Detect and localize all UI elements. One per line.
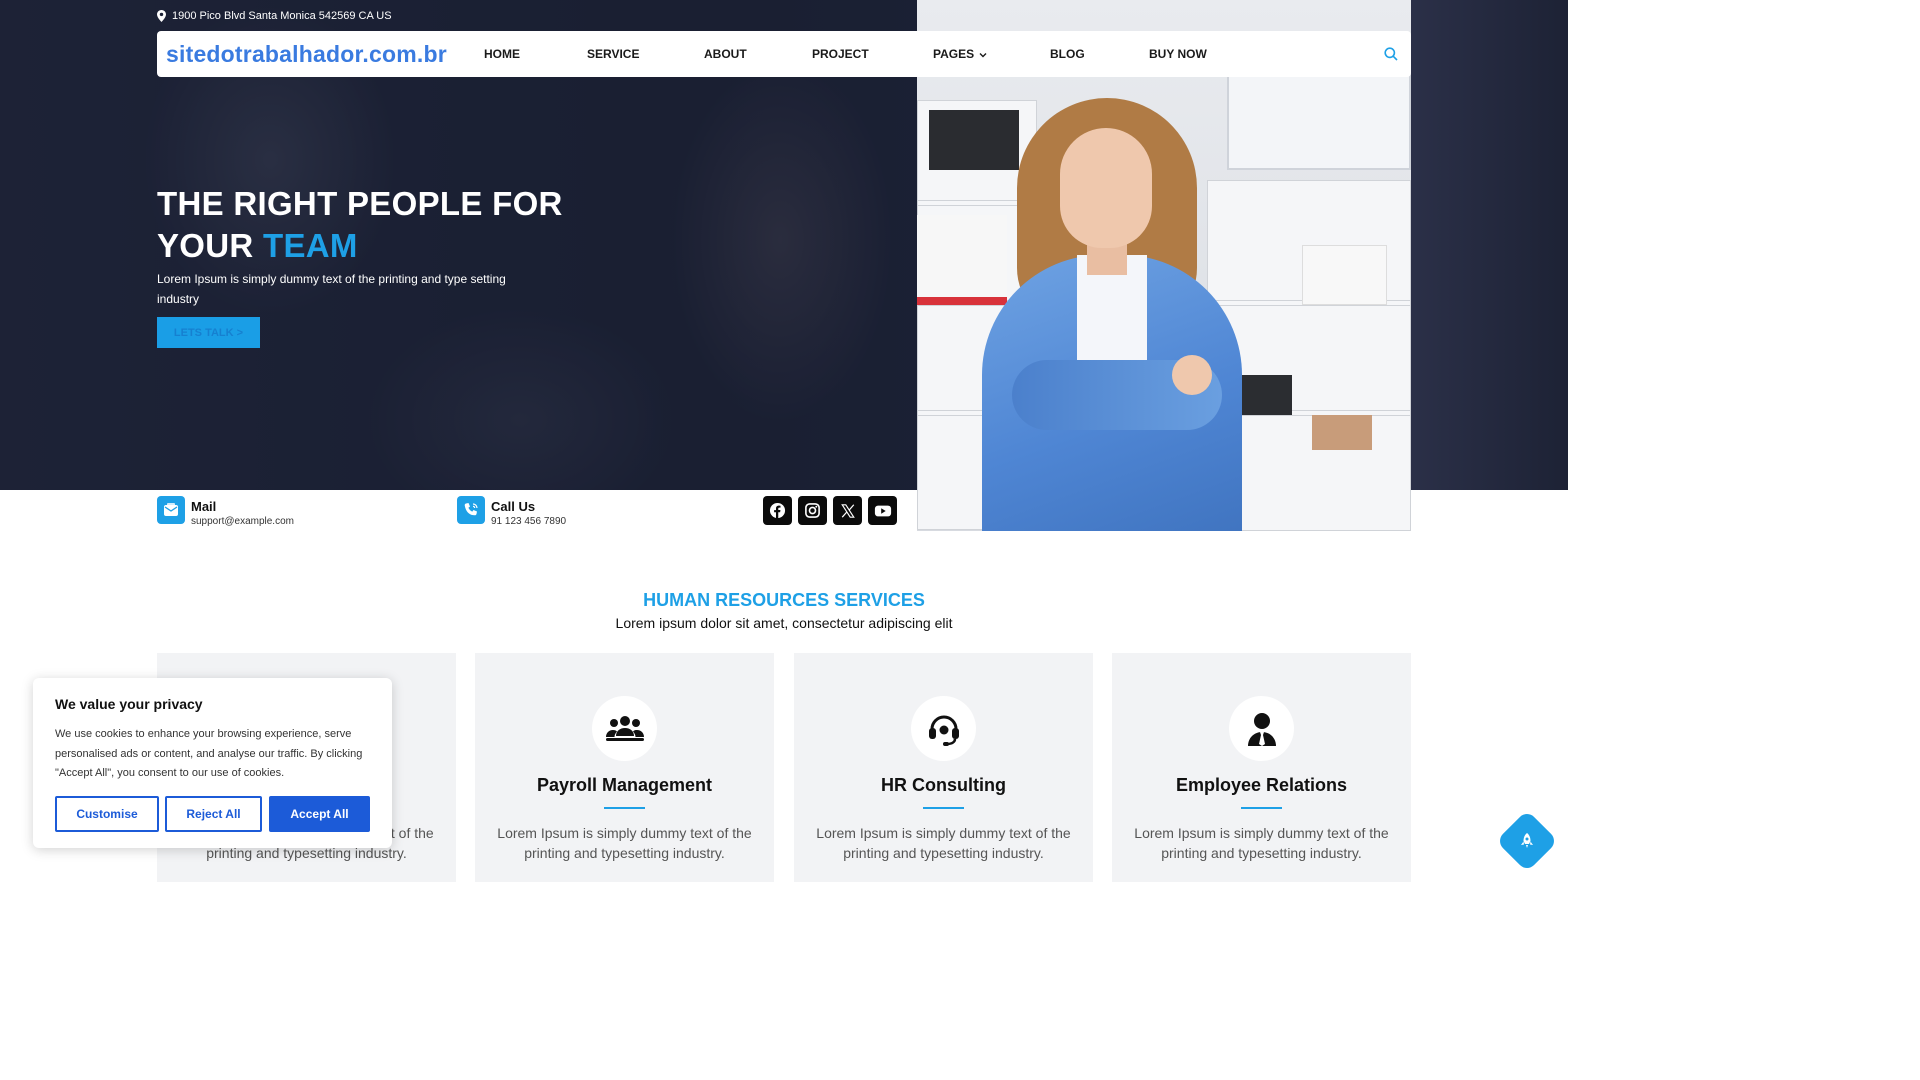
map-pin-icon (157, 10, 166, 22)
x-icon[interactable] (833, 496, 862, 525)
nav-pages[interactable]: PAGES (933, 47, 987, 61)
lets-talk-button[interactable]: LETS TALK > (157, 317, 260, 348)
service-card-text: Lorem Ipsum is simply dummy text of the … (497, 825, 752, 861)
box-brown (1312, 415, 1372, 450)
service-card-text: Lorem Ipsum is simply dummy text of the … (816, 825, 1071, 861)
hero-title-accent: TEAM (263, 227, 358, 264)
topbar: 1900 Pico Blvd Santa Monica 542569 CA US (157, 8, 392, 24)
box-white (917, 215, 1007, 305)
service-card-hr-consulting[interactable]: HR Consulting Lorem Ipsum is simply dumm… (794, 653, 1093, 882)
service-card-title: Employee Relations (1175, 775, 1348, 795)
service-card-payroll[interactable]: Payroll Management Lorem Ipsum is simply… (475, 653, 774, 882)
site-logo[interactable]: sitedotrabalhador.com.br (166, 41, 447, 68)
hero-title: THE RIGHT PEOPLE FOR YOUR TEAM (157, 183, 577, 267)
contact-mail: Mail support@example.com (157, 496, 294, 528)
nav-about[interactable]: ABOUT (704, 47, 747, 61)
nav-project[interactable]: PROJECT (812, 47, 869, 61)
services-subtitle: Lorem ipsum dolor sit amet, consectetur … (615, 615, 953, 631)
card-divider (1241, 807, 1282, 809)
youtube-icon[interactable] (868, 496, 897, 525)
headset-icon (911, 696, 976, 761)
services-title: HUMAN RESOURCES SERVICES (643, 590, 925, 610)
call-value[interactable]: 91 123 456 7890 (491, 515, 566, 528)
hero-title-line1: THE RIGHT PEOPLE FOR (157, 185, 563, 222)
users-icon (592, 696, 657, 761)
woman-face (1060, 128, 1152, 248)
mail-title: Mail (191, 499, 217, 514)
phone-icon (457, 496, 485, 524)
reject-all-button[interactable]: Reject All (165, 796, 262, 832)
rocket-icon (1515, 829, 1539, 853)
card-divider (604, 807, 645, 809)
contact-call: Call Us 91 123 456 7890 (457, 496, 566, 528)
service-card-text: Lorem Ipsum is simply dummy text of the … (1134, 825, 1389, 861)
customise-button[interactable]: Customise (55, 796, 159, 832)
nav-service[interactable]: SERVICE (587, 47, 639, 61)
mail-icon (157, 496, 185, 524)
hero-title-prefix: YOUR (157, 227, 264, 264)
cookie-title: We value your privacy (55, 696, 203, 712)
call-title: Call Us (491, 499, 536, 514)
cookie-banner: We value your privacy We use cookies to … (33, 678, 392, 848)
hero-photo (917, 0, 1411, 531)
card-divider (923, 807, 964, 809)
box-dark (929, 110, 1019, 170)
hero-subtitle: Lorem Ipsum is simply dummy text of the … (157, 272, 506, 306)
mail-value[interactable]: support@example.com (191, 515, 294, 528)
search-icon[interactable] (1383, 46, 1399, 62)
cookie-text: We use cookies to enhance your browsing … (55, 728, 363, 779)
accept-all-button[interactable]: Accept All (269, 796, 370, 832)
address-text: 1900 Pico Blvd Santa Monica 542569 CA US (172, 10, 392, 22)
box-white-right (1302, 245, 1387, 305)
navbar: sitedotrabalhador.com.br HOME SERVICE AB… (157, 31, 1411, 77)
nav-pages-label: PAGES (933, 47, 975, 61)
nav-buy-now[interactable]: BUY NOW (1149, 47, 1207, 61)
nav-home[interactable]: HOME (484, 47, 520, 61)
service-card-employee-relations[interactable]: Employee Relations Lorem Ipsum is simply… (1112, 653, 1411, 882)
woman-hand (1172, 355, 1212, 395)
service-card-title: Payroll Management (536, 775, 713, 795)
nav-blog[interactable]: BLOG (1050, 47, 1085, 61)
hero-edge (1411, 0, 1568, 490)
user-tie-icon (1229, 696, 1294, 761)
instagram-icon[interactable] (798, 496, 827, 525)
facebook-icon[interactable] (763, 496, 792, 525)
chevron-down-icon (979, 52, 987, 58)
service-card-title: HR Consulting (881, 775, 1006, 795)
